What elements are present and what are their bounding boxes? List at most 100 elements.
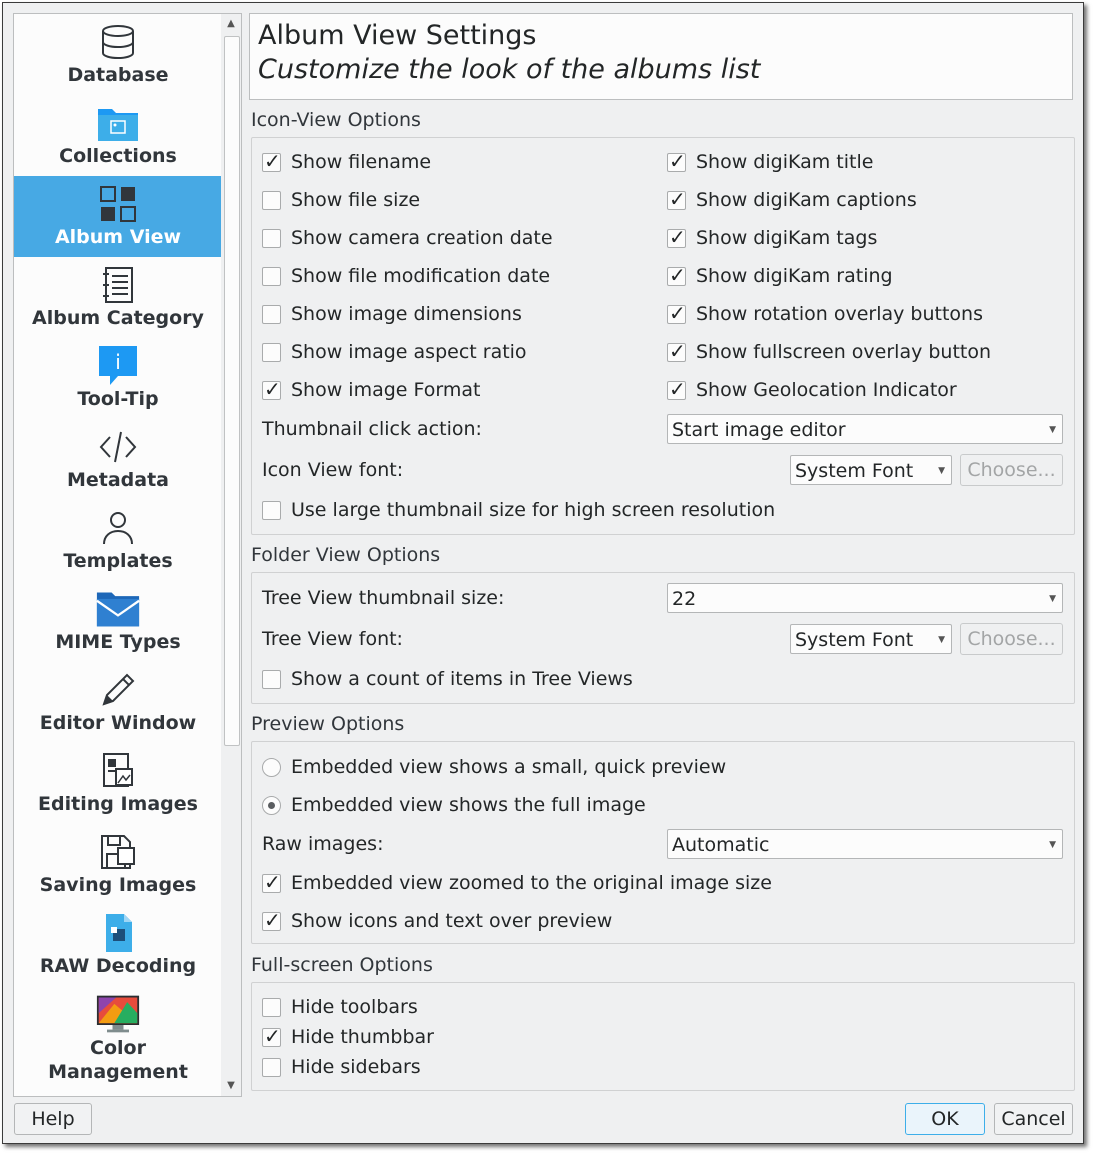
page-header: Album View Settings Customize the look o… <box>249 13 1073 100</box>
checkbox-box[interactable] <box>667 263 686 287</box>
database-icon <box>96 20 140 64</box>
thumbnail-click-action-label: Thumbnail click action: <box>262 418 482 440</box>
sidebar-item-metadata[interactable]: Metadata <box>14 419 222 500</box>
scroll-up-arrow-icon[interactable]: ▲ <box>221 16 241 32</box>
show-file-size-checkbox[interactable]: Show file size <box>262 189 420 211</box>
checkbox-box[interactable] <box>262 190 281 210</box>
checkbox-box[interactable] <box>262 149 281 173</box>
show-icons-text-over-preview-checkbox[interactable]: Show icons and text over preview <box>262 908 612 932</box>
checkbox-box[interactable] <box>262 669 281 689</box>
hide-thumbbar-checkbox[interactable]: Hide thumbbar <box>262 1024 434 1048</box>
checkbox-box[interactable] <box>262 997 281 1017</box>
sidebar-item-label: Collections <box>59 145 177 167</box>
checkbox-box[interactable] <box>667 339 686 363</box>
folder-image-icon <box>96 101 140 145</box>
checkbox-box[interactable] <box>667 377 686 401</box>
preview-options-group: Embedded view shows a small, quick previ… <box>251 741 1075 944</box>
thumbnail-click-action-combo[interactable]: Start image editor ▼ <box>667 414 1063 444</box>
sidebar-item-editor-window[interactable]: Editor Window <box>14 662 222 743</box>
checkbox-box[interactable] <box>262 342 281 362</box>
checkbox-box[interactable] <box>667 225 686 249</box>
preview-full-radio[interactable]: Embedded view shows the full image <box>262 794 646 816</box>
sidebar-item-database[interactable]: Database <box>14 14 222 95</box>
radio-circle[interactable] <box>262 795 281 815</box>
checkbox-box[interactable] <box>262 1057 281 1077</box>
sidebar-item-saving-images[interactable]: Saving Images <box>14 824 222 905</box>
show-image-format-checkbox[interactable]: Show image Format <box>262 377 480 401</box>
show-rotation-overlay-buttons-checkbox[interactable]: Show rotation overlay buttons <box>667 301 983 325</box>
settings-window: Database Collections Album View Album Ca… <box>2 2 1084 1144</box>
checkbox-box[interactable] <box>262 304 281 324</box>
svg-text:i: i <box>115 350 121 374</box>
checkbox-box[interactable] <box>262 500 281 520</box>
sidebar-item-label: MIME Types <box>55 631 181 653</box>
fullscreen-options-group: Hide toolbars Hide thumbbar Hide sidebar… <box>251 982 1075 1091</box>
preview-small-radio[interactable]: Embedded view shows a small, quick previ… <box>262 756 726 778</box>
show-digikam-rating-checkbox[interactable]: Show digiKam rating <box>667 263 893 287</box>
sidebar-item-label: Saving Images <box>39 874 197 896</box>
sidebar-item-editing-images[interactable]: Editing Images <box>14 743 222 824</box>
sidebar-item-raw-decoding[interactable]: RAW Decoding <box>14 905 222 986</box>
sidebar-item-label: Album View <box>54 226 182 248</box>
checkbox-box[interactable] <box>262 908 281 932</box>
tree-view-thumbnail-size-combo[interactable]: 22 ▼ <box>667 583 1063 613</box>
sidebar-item-label: Editor Window <box>39 712 197 734</box>
show-camera-creation-date-checkbox[interactable]: Show camera creation date <box>262 227 553 249</box>
show-filename-checkbox[interactable]: Show filename <box>262 149 431 173</box>
sidebar-item-label: Database <box>67 64 169 86</box>
show-image-aspect-ratio-checkbox[interactable]: Show image aspect ratio <box>262 341 527 363</box>
checkbox-box[interactable] <box>667 301 686 325</box>
show-digikam-captions-checkbox[interactable]: Show digiKam captions <box>667 187 917 211</box>
hide-sidebars-checkbox[interactable]: Hide sidebars <box>262 1056 421 1078</box>
sidebar-scrollbar[interactable]: ▲ ▼ <box>221 13 242 1097</box>
radio-circle[interactable] <box>262 757 281 777</box>
user-icon <box>96 506 140 550</box>
sidebar-item-color-management[interactable]: Color Management <box>14 986 222 1096</box>
show-fullscreen-overlay-button-checkbox[interactable]: Show fullscreen overlay button <box>667 339 991 363</box>
sidebar-item-album-category[interactable]: Album Category <box>14 257 222 338</box>
icon-view-options-group: Show filename Show file size Show camera… <box>251 137 1075 535</box>
sidebar-item-collections[interactable]: Collections <box>14 95 222 176</box>
sidebar-item-tool-tip[interactable]: i Tool-Tip <box>14 338 222 419</box>
show-file-modification-date-checkbox[interactable]: Show file modification date <box>262 265 550 287</box>
checkbox-box[interactable] <box>262 870 281 894</box>
show-digikam-tags-checkbox[interactable]: Show digiKam tags <box>667 225 877 249</box>
sidebar-item-label: Editing Images <box>38 793 198 815</box>
tree-view-font-combo[interactable]: System Font ▼ <box>790 624 952 654</box>
embedded-view-zoomed-checkbox[interactable]: Embedded view zoomed to the original ima… <box>262 870 772 894</box>
dropdown-arrow-icon: ▼ <box>1049 425 1056 435</box>
checkbox-box[interactable] <box>262 1024 281 1048</box>
show-digikam-title-checkbox[interactable]: Show digiKam title <box>667 149 873 173</box>
ok-button[interactable]: OK <box>905 1103 985 1135</box>
monitor-color-icon <box>96 992 140 1036</box>
raw-images-combo[interactable]: Automatic ▼ <box>667 829 1063 859</box>
help-button[interactable]: Help <box>14 1103 92 1135</box>
cancel-button[interactable]: Cancel <box>994 1103 1073 1135</box>
checkbox-box[interactable] <box>262 228 281 248</box>
sidebar-item-templates[interactable]: Templates <box>14 500 222 581</box>
checkbox-box[interactable] <box>262 377 281 401</box>
show-count-items-checkbox[interactable]: Show a count of items in Tree Views <box>262 668 633 690</box>
sidebar-item-mime-types[interactable]: MIME Types <box>14 581 222 662</box>
sidebar-item-label: RAW Decoding <box>39 955 197 977</box>
icon-view-font-choose-button[interactable]: Choose... <box>960 454 1063 486</box>
show-geolocation-indicator-checkbox[interactable]: Show Geolocation Indicator <box>667 377 957 401</box>
sidebar-item-album-view[interactable]: Album View <box>14 176 222 257</box>
info-balloon-icon: i <box>96 344 140 388</box>
preview-options-title: Preview Options <box>251 713 405 735</box>
large-thumbnail-size-checkbox[interactable]: Use large thumbnail size for high screen… <box>262 499 775 521</box>
checkbox-box[interactable] <box>262 266 281 286</box>
folder-view-options-group: Tree View thumbnail size: 22 ▼ Tree View… <box>251 572 1075 704</box>
hide-toolbars-checkbox[interactable]: Hide toolbars <box>262 996 418 1018</box>
sidebar-item-label: Color Management <box>48 1037 188 1083</box>
checkbox-box[interactable] <box>667 149 686 173</box>
tree-view-font-choose-button[interactable]: Choose... <box>960 623 1063 655</box>
scroll-down-arrow-icon[interactable]: ▼ <box>221 1078 241 1094</box>
scrollbar-thumb[interactable] <box>224 36 240 746</box>
icon-view-font-combo[interactable]: System Font ▼ <box>790 455 952 485</box>
show-image-dimensions-checkbox[interactable]: Show image dimensions <box>262 303 522 325</box>
checkbox-box[interactable] <box>667 187 686 211</box>
document-image-icon <box>96 749 140 793</box>
pencil-icon <box>96 668 140 712</box>
tree-view-thumbnail-size-label: Tree View thumbnail size: <box>262 587 505 609</box>
